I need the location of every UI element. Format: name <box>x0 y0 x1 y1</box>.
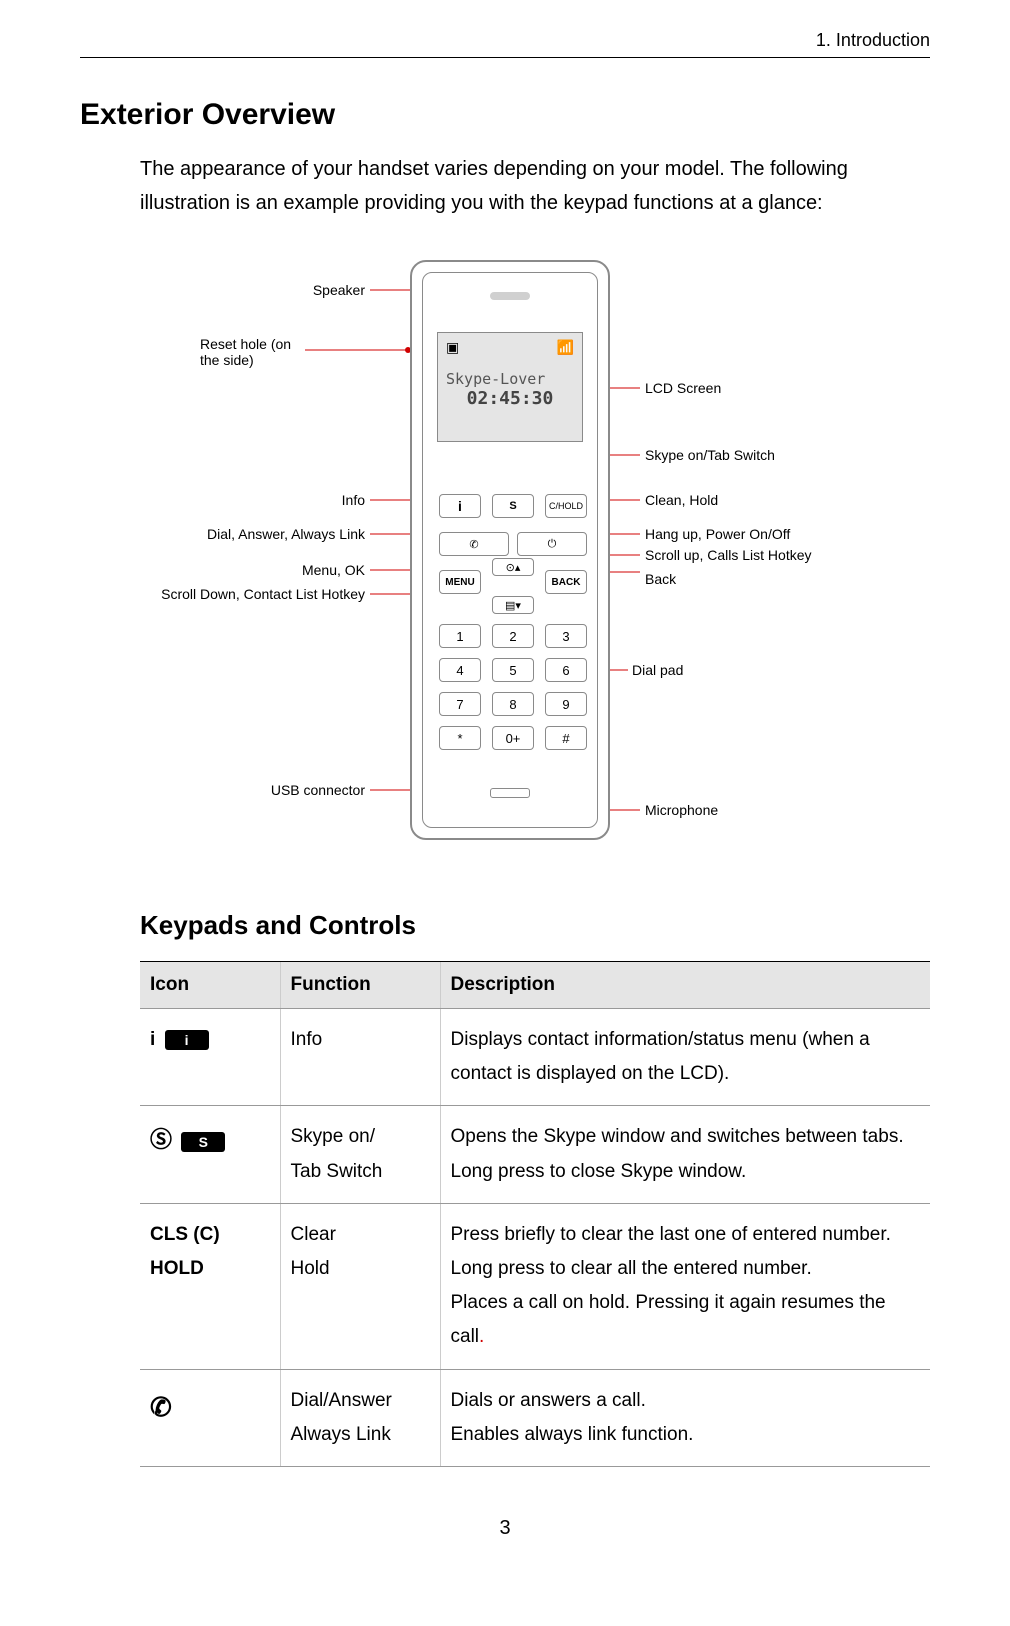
info-icon: i <box>165 1030 209 1050</box>
key-info: i <box>439 494 481 518</box>
callout-dialpad: Dial pad <box>632 662 683 678</box>
table-row: ✆ Dial/Answer Always Link Dials or answe… <box>140 1369 930 1466</box>
section-title-exterior: Exterior Overview <box>80 98 930 132</box>
table-header-row: Icon Function Description <box>140 962 930 1009</box>
cell-icon: ✆ <box>140 1369 280 1466</box>
section-title-keypads: Keypads and Controls <box>140 910 930 941</box>
callout-lcd: LCD Screen <box>645 380 721 396</box>
cell-desc: Press briefly to clear the last one of e… <box>440 1203 930 1369</box>
handset-diagram: ▣ 📶 Skype-Lover 02:45:30 i S C/HOLD ✆ ⏻ … <box>80 250 930 870</box>
callout-usb: USB connector <box>80 782 365 798</box>
cell-func: Clear Hold <box>280 1203 440 1369</box>
lcd-signal-icon: 📶 <box>557 339 574 356</box>
skype-icon: Ⓢ <box>150 1127 172 1152</box>
key-3: 3 <box>545 624 587 648</box>
key-9: 9 <box>545 692 587 716</box>
th-icon: Icon <box>140 962 280 1009</box>
callout-speaker: Speaker <box>80 282 365 298</box>
page-number: 3 <box>80 1517 930 1540</box>
callout-mic: Microphone <box>645 802 718 818</box>
key-hangup: ⏻ <box>517 532 587 556</box>
callout-clean-hold: Clean, Hold <box>645 492 718 508</box>
th-func: Function <box>280 962 440 1009</box>
cell-icon: Ⓢ S <box>140 1106 280 1203</box>
key-5: 5 <box>492 658 534 682</box>
callout-hangup: Hang up, Power On/Off <box>645 526 790 542</box>
usb-connector <box>490 788 530 798</box>
cell-func: Info <box>280 1009 440 1106</box>
cell-func: Skype on/ Tab Switch <box>280 1106 440 1203</box>
callout-back: Back <box>645 571 676 587</box>
callout-scroll-down: Scroll Down, Contact List Hotkey <box>80 586 365 602</box>
handset-outline: ▣ 📶 Skype-Lover 02:45:30 i S C/HOLD ✆ ⏻ … <box>410 260 610 840</box>
cell-desc: Opens the Skype window and switches betw… <box>440 1106 930 1203</box>
keypad-table: Icon Function Description i i Info Displ… <box>140 961 930 1467</box>
callout-menu-ok: Menu, OK <box>80 562 365 578</box>
callout-skype-tab: Skype on/Tab Switch <box>645 447 775 463</box>
callout-info: Info <box>80 492 365 508</box>
key-hash: # <box>545 726 587 750</box>
lcd-screen: ▣ 📶 Skype-Lover 02:45:30 <box>437 332 583 442</box>
key-6: 6 <box>545 658 587 682</box>
breadcrumb: 1. Introduction <box>816 30 930 50</box>
key-4: 4 <box>439 658 481 682</box>
key-chold: C/HOLD <box>545 494 587 518</box>
key-dial: ✆ <box>439 532 509 556</box>
lcd-time: 02:45:30 <box>438 388 582 409</box>
th-desc: Description <box>440 962 930 1009</box>
key-7: 7 <box>439 692 481 716</box>
cell-icon: CLS (C) HOLD <box>140 1203 280 1369</box>
cell-icon: i i <box>140 1009 280 1106</box>
intro-paragraph: The appearance of your handset varies de… <box>80 152 930 220</box>
lcd-username: Skype-Lover <box>438 370 582 388</box>
key-scroll-up: ⊙▴ <box>492 558 534 576</box>
callout-reset: Reset hole (on the side) <box>80 336 300 368</box>
key-8: 8 <box>492 692 534 716</box>
callout-scroll-up: Scroll up, Calls List Hotkey <box>645 547 812 563</box>
key-0: 0+ <box>492 726 534 750</box>
table-row: Ⓢ S Skype on/ Tab Switch Opens the Skype… <box>140 1106 930 1203</box>
key-menu: MENU <box>439 570 481 594</box>
phone-icon: ✆ <box>150 1392 172 1422</box>
key-scroll-down: ▤▾ <box>492 596 534 614</box>
key-skype: S <box>492 494 534 518</box>
cell-desc: Displays contact information/status menu… <box>440 1009 930 1106</box>
callout-dial-answer: Dial, Answer, Always Link <box>80 526 365 542</box>
lcd-status-icon: ▣ <box>446 339 459 356</box>
key-star: * <box>439 726 481 750</box>
table-row: CLS (C) HOLD Clear Hold Press briefly to… <box>140 1203 930 1369</box>
key-1: 1 <box>439 624 481 648</box>
skype-pill-icon: S <box>181 1132 225 1152</box>
cell-func: Dial/Answer Always Link <box>280 1369 440 1466</box>
speaker-grill <box>490 292 530 300</box>
key-back: BACK <box>545 570 587 594</box>
cell-desc: Dials or answers a call. Enables always … <box>440 1369 930 1466</box>
table-row: i i Info Displays contact information/st… <box>140 1009 930 1106</box>
key-2: 2 <box>492 624 534 648</box>
page-header: 1. Introduction <box>80 30 930 58</box>
